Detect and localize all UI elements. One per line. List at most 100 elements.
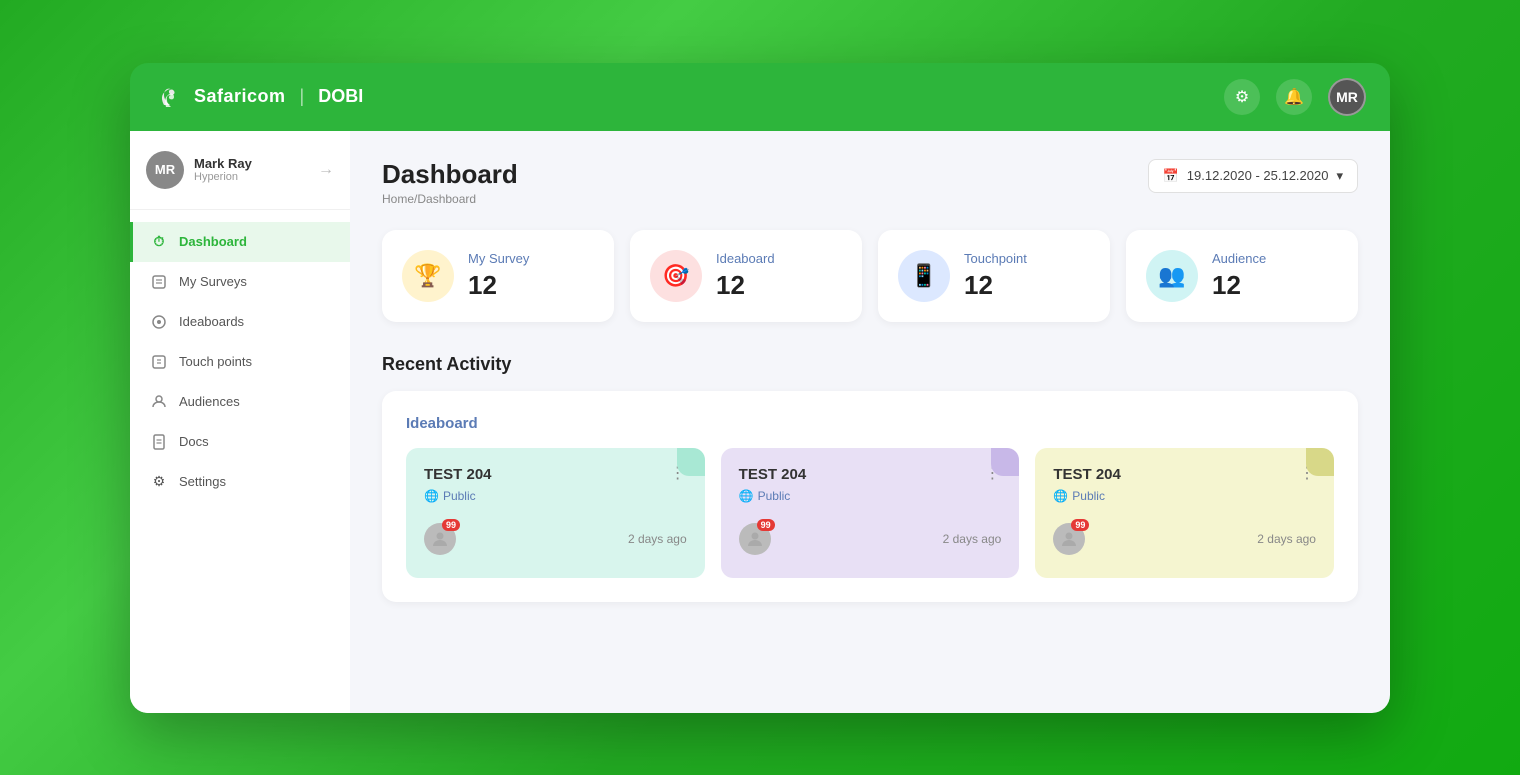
app-window: Safaricom | DOBI ⚙ 🔔 MR MR Mark	[130, 63, 1390, 713]
sidebar-item-settings[interactable]: ⚙ Settings	[130, 462, 350, 502]
stat-icon-audience: 👥	[1146, 250, 1198, 302]
card3-public: 🌐 Public	[1053, 489, 1316, 503]
page-header-left: Dashboard Home/Dashboard	[382, 159, 518, 206]
stat-value-audience: 12	[1212, 270, 1266, 301]
breadcrumb: Home/Dashboard	[382, 192, 518, 206]
sidebar-item-docs[interactable]: Docs	[130, 422, 350, 462]
header-actions: ⚙ 🔔 MR	[1224, 78, 1366, 116]
page-title: Dashboard	[382, 159, 518, 190]
card3-corner	[1306, 448, 1334, 476]
sidebar-settings-icon: ⚙	[149, 472, 169, 492]
stats-row: 🏆 My Survey 12 🎯 Ideaboard 12 📱	[382, 230, 1358, 322]
sidebar-item-dashboard[interactable]: ⏱ Dashboard	[130, 222, 350, 262]
card3-footer: 99 2 days ago	[1053, 523, 1316, 555]
sidebar-user-role: Hyperion	[194, 171, 308, 183]
card2-time: 2 days ago	[943, 532, 1002, 546]
card1-footer: 99 2 days ago	[424, 523, 687, 555]
logo-divider: |	[300, 86, 305, 107]
notifications-button[interactable]: 🔔	[1276, 79, 1312, 115]
card1-badge: 99	[442, 519, 460, 531]
ideaboard-section-title: Ideaboard	[406, 415, 1334, 432]
stat-label-ideaboard: Ideaboard	[716, 251, 775, 266]
audiences-icon	[149, 392, 169, 412]
stat-value-ideaboard: 12	[716, 270, 775, 301]
card1-visibility: Public	[443, 489, 476, 503]
idea-card-1[interactable]: TEST 204 ⋮ 🌐 Public 99	[406, 448, 705, 578]
main-layout: MR Mark Ray Hyperion → ⏱ Dashboard My Su…	[130, 131, 1390, 713]
stat-info-audience: Audience 12	[1212, 251, 1266, 301]
sidebar-item-docs-label: Docs	[179, 434, 209, 449]
settings-button[interactable]: ⚙	[1224, 79, 1260, 115]
sidebar-user-info: Mark Ray Hyperion	[194, 156, 308, 183]
card2-title: TEST 204	[739, 466, 807, 483]
safaricom-logo-icon	[154, 81, 186, 113]
date-picker[interactable]: 📅 19.12.2020 - 25.12.2020 ▾	[1148, 159, 1358, 193]
card3-badge: 99	[1071, 519, 1089, 531]
sidebar: MR Mark Ray Hyperion → ⏱ Dashboard My Su…	[130, 131, 350, 713]
idea-card-2[interactable]: TEST 204 ⋮ 🌐 Public 99	[721, 448, 1020, 578]
logout-button[interactable]: →	[318, 161, 334, 179]
stat-icon-my-survey: 🏆	[402, 250, 454, 302]
card1-title: TEST 204	[424, 466, 492, 483]
idea-card-3[interactable]: TEST 204 ⋮ 🌐 Public 99	[1035, 448, 1334, 578]
avatar-initials: MR	[1336, 89, 1358, 105]
logo-sub: DOBI	[318, 86, 363, 107]
card2-header: TEST 204 ⋮	[739, 466, 1002, 483]
logo-brand: Safaricom	[194, 86, 286, 107]
sidebar-item-audiences[interactable]: Audiences	[130, 382, 350, 422]
sidebar-item-touchpoints[interactable]: Touch points	[130, 342, 350, 382]
card2-avatar: 99	[739, 523, 771, 555]
card3-title: TEST 204	[1053, 466, 1121, 483]
card2-visibility: Public	[758, 489, 791, 503]
stat-value-my-survey: 12	[468, 270, 529, 301]
card3-visibility: Public	[1072, 489, 1105, 503]
sidebar-user-name: Mark Ray	[194, 156, 308, 171]
content-area: Dashboard Home/Dashboard 📅 19.12.2020 - …	[350, 131, 1390, 713]
logo-area: Safaricom | DOBI	[154, 81, 363, 113]
card3-avatar: 99	[1053, 523, 1085, 555]
sidebar-item-my-surveys[interactable]: My Surveys	[130, 262, 350, 302]
card1-public: 🌐 Public	[424, 489, 687, 503]
public-globe-icon-1: 🌐	[424, 489, 439, 503]
stat-label-my-survey: My Survey	[468, 251, 529, 266]
card2-badge: 99	[757, 519, 775, 531]
card2-public: 🌐 Public	[739, 489, 1002, 503]
sidebar-avatar-initials: MR	[155, 162, 175, 177]
stat-label-touchpoint: Touchpoint	[964, 251, 1027, 266]
public-globe-icon-3: 🌐	[1053, 489, 1068, 503]
card2-corner	[991, 448, 1019, 476]
recent-activity-section: Recent Activity Ideaboard TEST 204 ⋮	[382, 354, 1358, 602]
user-avatar-header[interactable]: MR	[1328, 78, 1366, 116]
breadcrumb-current: Dashboard	[417, 192, 476, 206]
card3-time: 2 days ago	[1257, 532, 1316, 546]
stat-value-touchpoint: 12	[964, 270, 1027, 301]
sidebar-item-audiences-label: Audiences	[179, 394, 240, 409]
stat-card-audience[interactable]: 👥 Audience 12	[1126, 230, 1358, 322]
breadcrumb-home[interactable]: Home	[382, 192, 414, 206]
stat-card-my-survey[interactable]: 🏆 My Survey 12	[382, 230, 614, 322]
calendar-icon: 📅	[1163, 168, 1179, 184]
card1-corner	[677, 448, 705, 476]
public-globe-icon-2: 🌐	[739, 489, 754, 503]
sidebar-item-touchpoints-label: Touch points	[179, 354, 252, 369]
card1-header: TEST 204 ⋮	[424, 466, 687, 483]
stat-icon-ideaboard: 🎯	[650, 250, 702, 302]
stat-card-touchpoint[interactable]: 📱 Touchpoint 12	[878, 230, 1110, 322]
docs-icon	[149, 432, 169, 452]
card1-time: 2 days ago	[628, 532, 687, 546]
card1-avatar: 99	[424, 523, 456, 555]
bell-icon: 🔔	[1284, 87, 1304, 107]
sidebar-item-ideaboards-label: Ideaboards	[179, 314, 244, 329]
my-surveys-icon	[149, 272, 169, 292]
top-header: Safaricom | DOBI ⚙ 🔔 MR	[130, 63, 1390, 131]
sidebar-item-ideaboards[interactable]: Ideaboards	[130, 302, 350, 342]
stat-info-ideaboard: Ideaboard 12	[716, 251, 775, 301]
settings-icon: ⚙	[1235, 87, 1249, 107]
stat-info-touchpoint: Touchpoint 12	[964, 251, 1027, 301]
sidebar-item-settings-label: Settings	[179, 474, 226, 489]
cards-row: TEST 204 ⋮ 🌐 Public 99	[406, 448, 1334, 578]
stat-card-ideaboard[interactable]: 🎯 Ideaboard 12	[630, 230, 862, 322]
activity-box: Ideaboard TEST 204 ⋮ 🌐 Public	[382, 391, 1358, 602]
card2-footer: 99 2 days ago	[739, 523, 1002, 555]
chevron-down-icon: ▾	[1336, 168, 1343, 184]
